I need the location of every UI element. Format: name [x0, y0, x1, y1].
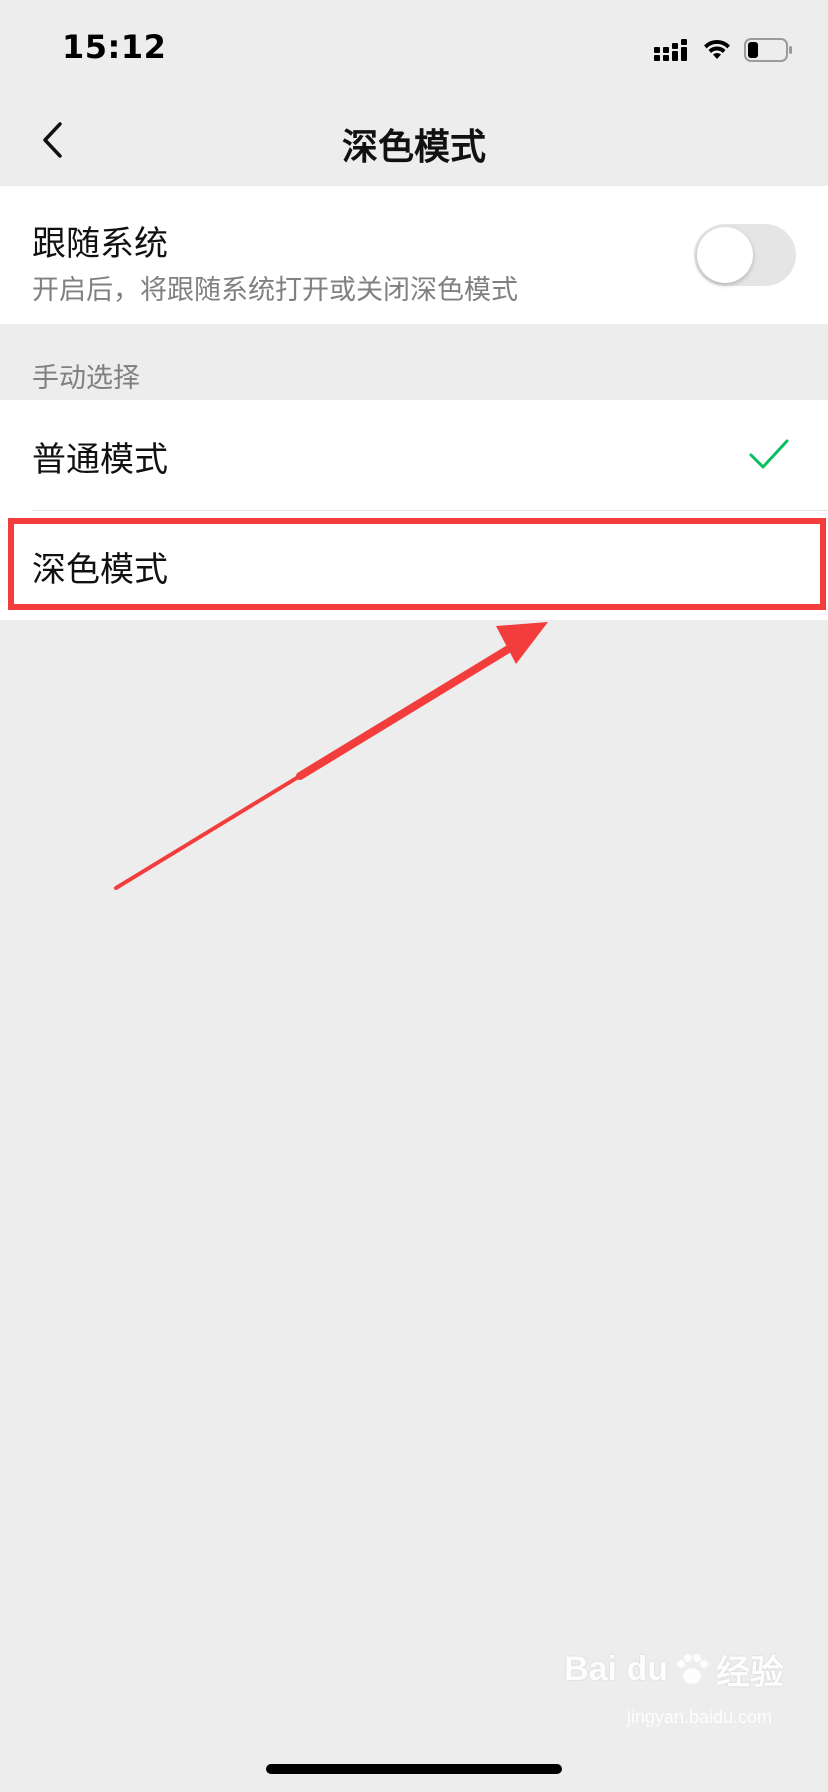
watermark-brand: Bai du [564, 1650, 668, 1688]
manual-section-label: 手动选择 [32, 363, 140, 394]
option-normal-mode[interactable]: 普通模式 [0, 400, 828, 510]
mode-options-list: 普通模式 深色模式 [0, 400, 828, 620]
battery-icon [744, 38, 792, 62]
page-title: 深色模式 [341, 127, 486, 168]
follow-system-description: 开启后，将跟随系统打开或关闭深色模式 [32, 275, 518, 306]
divider [32, 510, 828, 511]
baidu-watermark: Bai du 经验 [564, 1645, 784, 1694]
status-bar: 15:12 [0, 0, 828, 96]
watermark-url: jingyan.baidu.com [626, 1707, 772, 1727]
signal-icon [654, 39, 687, 61]
nav-bar: 深色模式 [0, 96, 828, 186]
check-icon [749, 439, 789, 469]
follow-system-toggle[interactable] [694, 224, 796, 286]
status-time: 15:12 [62, 28, 167, 66]
toggle-knob [697, 227, 753, 283]
option-label: 普通模式 [32, 440, 168, 480]
paw-icon [677, 1653, 708, 1684]
option-dark-mode[interactable]: 深色模式 [0, 510, 828, 620]
home-indicator[interactable] [266, 1764, 562, 1774]
option-label: 深色模式 [32, 550, 168, 590]
follow-system-row: 跟随系统 开启后，将跟随系统打开或关闭深色模式 [0, 186, 828, 324]
watermark-suffix: 经验 [716, 1654, 784, 1692]
status-icons [654, 34, 794, 66]
follow-system-title: 跟随系统 [32, 224, 168, 264]
wifi-icon [704, 39, 730, 59]
